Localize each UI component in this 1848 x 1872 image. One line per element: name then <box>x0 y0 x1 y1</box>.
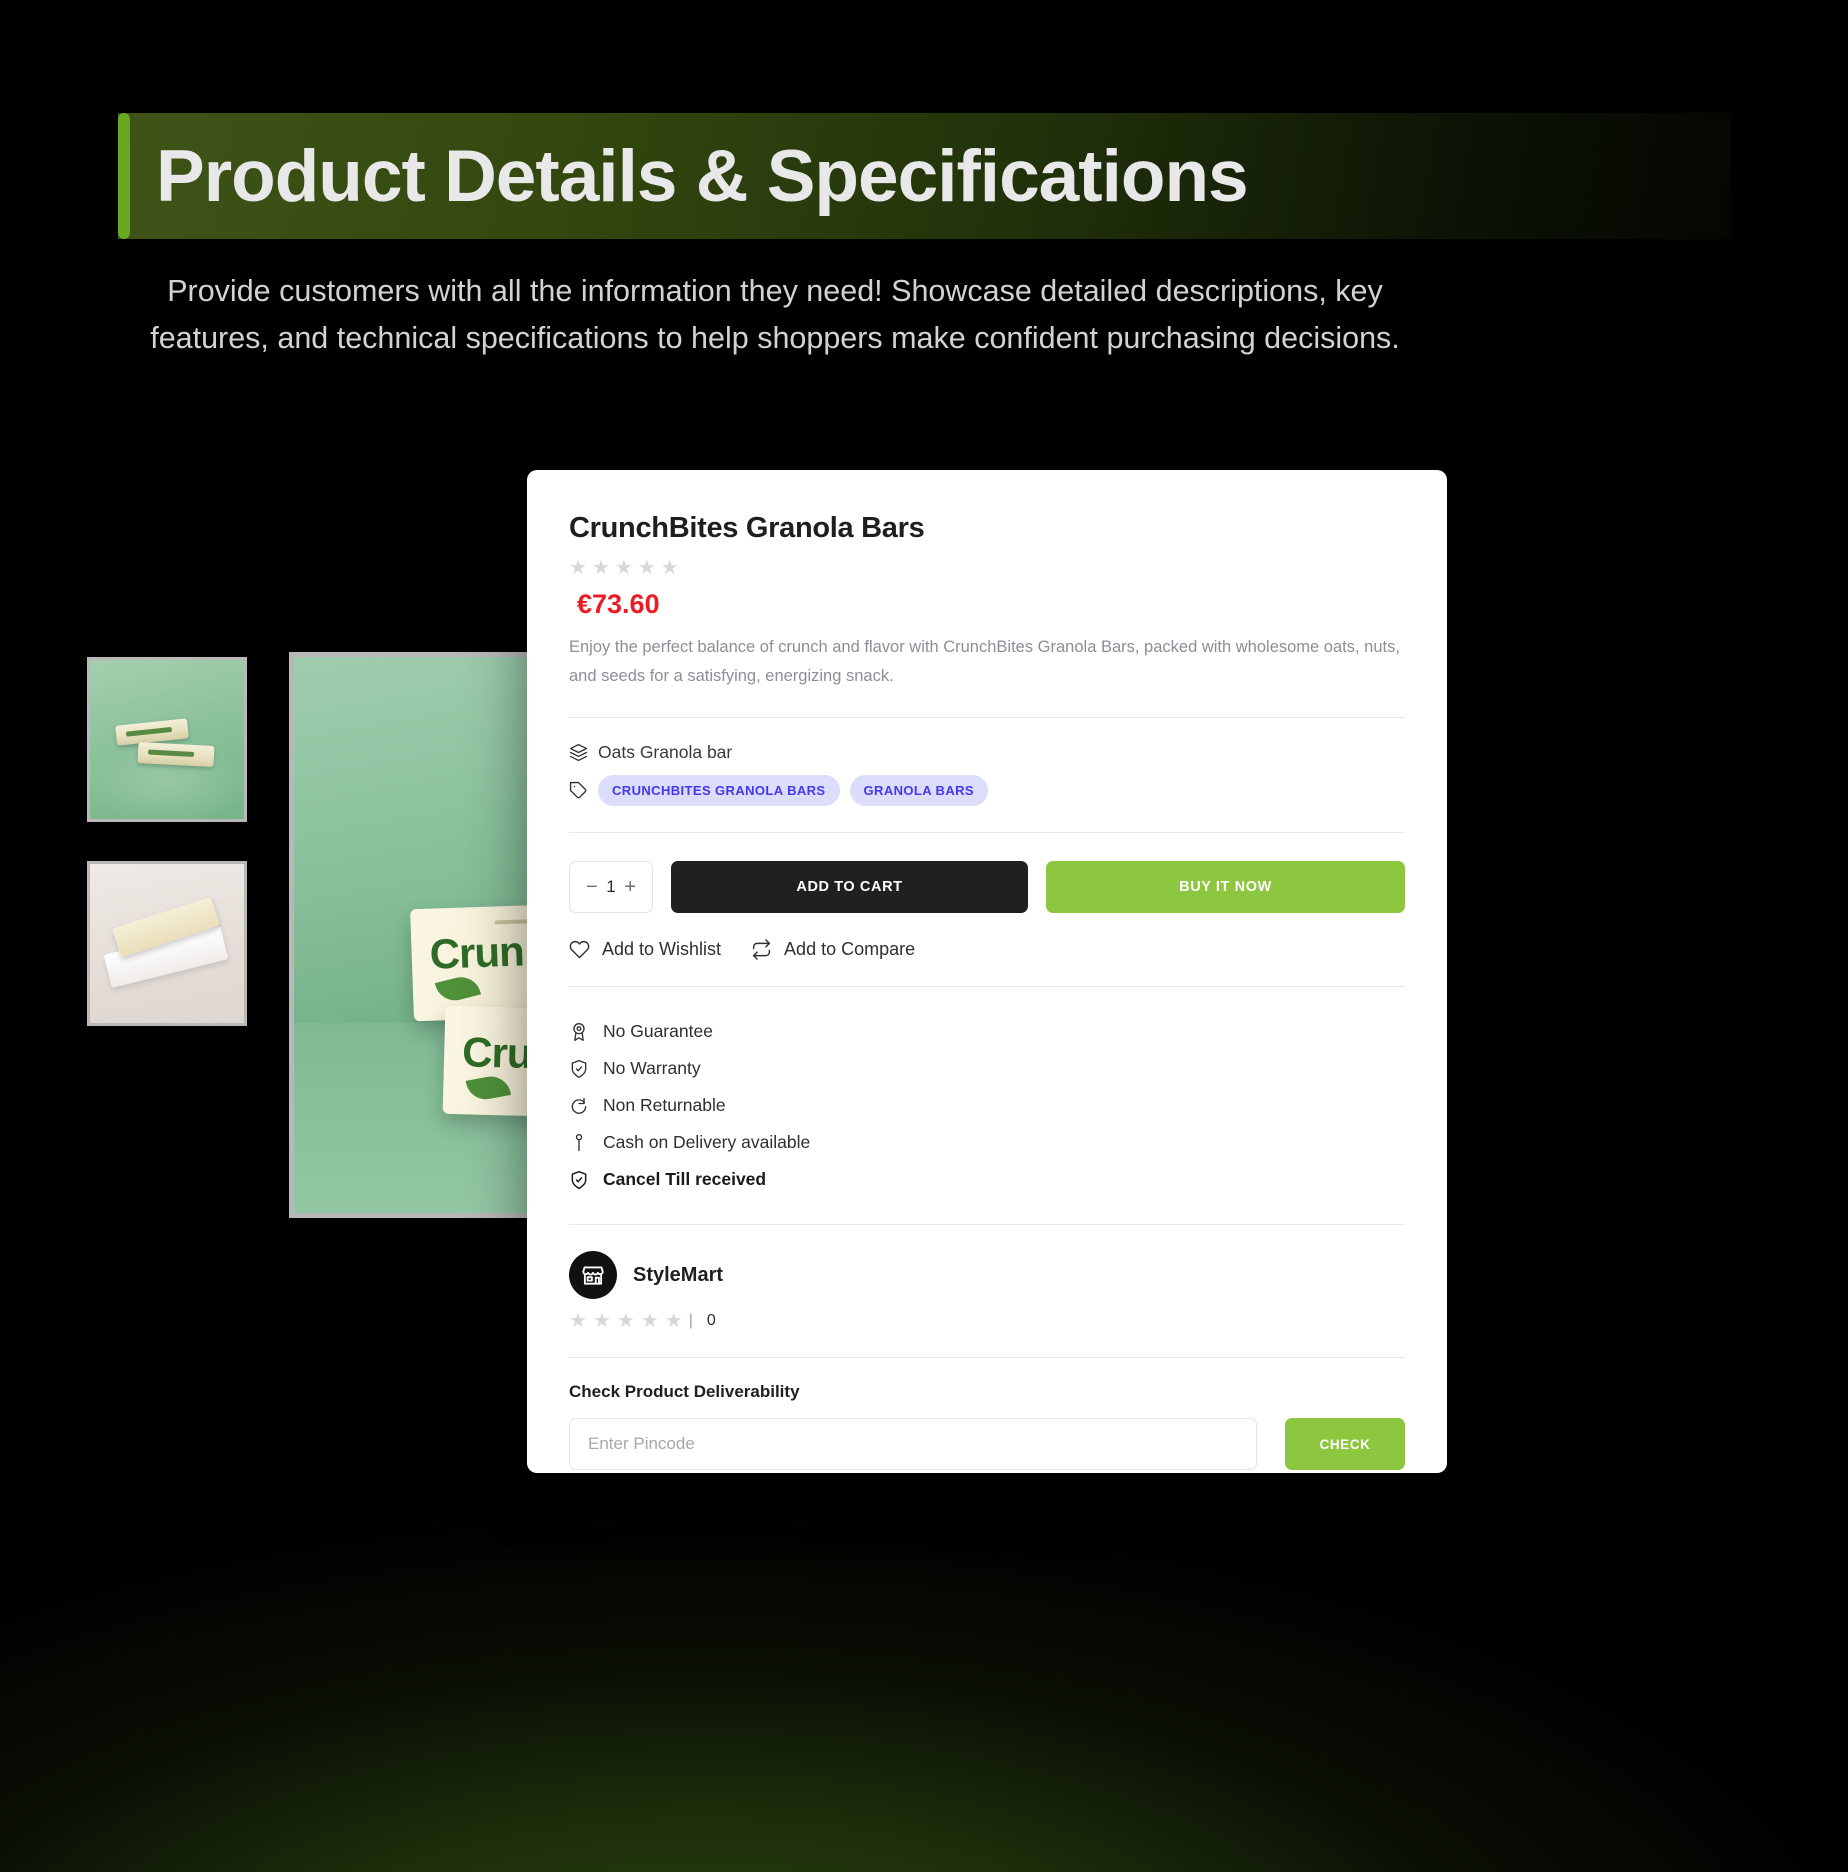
heart-icon <box>569 939 590 960</box>
star-icon: ★ <box>592 1310 611 1332</box>
add-to-wishlist-button[interactable]: Add to Wishlist <box>569 939 721 960</box>
add-to-compare-button[interactable]: Add to Compare <box>751 939 915 960</box>
seller-name: StyleMart <box>633 1263 724 1286</box>
store-icon <box>580 1262 606 1288</box>
avatar <box>569 1251 617 1299</box>
deliverability-form: CHECK <box>569 1418 1405 1470</box>
product-tag[interactable]: CRUNCHBITES GRANOLA BARS <box>598 775 840 806</box>
shield-check-icon <box>569 1059 589 1079</box>
star-icon: ★ <box>640 1310 659 1332</box>
policy-label: Cash on Delivery available <box>603 1132 811 1152</box>
rotate-icon <box>569 1096 589 1116</box>
product-price: €73.60 <box>577 589 660 619</box>
product-description: Enjoy the perfect balance of crunch and … <box>569 638 1400 685</box>
page-header: Product Details & Specifications <box>118 113 1731 239</box>
add-to-cart-button[interactable]: ADD TO CART <box>671 861 1028 913</box>
quantity-decrement-button[interactable]: − <box>586 876 598 899</box>
purchase-actions: − 1 + ADD TO CART BUY IT NOW <box>569 861 1405 913</box>
product-details-card: CrunchBites Granola Bars ★ ★ ★ ★ ★ €73.6… <box>527 470 1447 1473</box>
product-rating-stars: ★ ★ ★ ★ ★ <box>569 558 1405 578</box>
thumbnail-image-1 <box>90 660 244 819</box>
product-meta: Oats Granola bar CRUNCHBITES GRANOLA BAR… <box>569 718 1405 806</box>
deliverability-title: Check Product Deliverability <box>569 1382 800 1401</box>
star-icon: ★ <box>614 557 633 579</box>
star-icon: ★ <box>569 1310 587 1332</box>
star-icon: ★ <box>591 557 610 579</box>
quantity-stepper[interactable]: − 1 + <box>569 861 653 913</box>
product-title: CrunchBites Granola Bars <box>569 512 925 544</box>
granola-bar-shape <box>115 718 189 746</box>
gallery-thumbnail-2[interactable] <box>87 861 247 1026</box>
divider <box>569 832 1405 833</box>
leaf-icon <box>465 1073 511 1103</box>
star-icon: ★ <box>664 1310 683 1332</box>
header-banner: Product Details & Specifications <box>118 113 1731 239</box>
buy-it-now-button[interactable]: BUY IT NOW <box>1046 861 1405 913</box>
page-background: Product Details & Specifications Provide… <box>0 0 1848 1872</box>
product-category-row: Oats Granola bar <box>569 742 1405 763</box>
granola-bar-shape <box>137 742 215 767</box>
product-tags-row: CRUNCHBITES GRANOLA BARS GRANOLA BARS <box>569 775 1405 806</box>
seller-block[interactable]: StyleMart <box>569 1225 1405 1299</box>
product-tag-list: CRUNCHBITES GRANOLA BARS GRANOLA BARS <box>598 775 988 806</box>
policy-label: No Guarantee <box>603 1021 713 1041</box>
pin-icon <box>569 1133 589 1153</box>
thumbnail-image-2 <box>90 864 244 1023</box>
page-title: Product Details & Specifications <box>156 135 1249 217</box>
pack-label: Crun <box>428 927 525 978</box>
add-to-wishlist-label: Add to Wishlist <box>602 939 722 959</box>
compare-arrows-icon <box>751 939 772 960</box>
policy-non-returnable: Non Returnable <box>569 1087 1405 1124</box>
policy-cancel-till-received: Cancel Till received <box>569 1161 1405 1198</box>
star-icon: ★ <box>616 1310 635 1332</box>
award-icon <box>569 1022 589 1042</box>
policy-label: No Warranty <box>603 1058 701 1078</box>
policy-label: Non Returnable <box>603 1095 726 1115</box>
policy-label: Cancel Till received <box>603 1169 767 1189</box>
secondary-actions: Add to Wishlist Add to Compare <box>569 939 1405 960</box>
page-subtitle: Provide customers with all the informati… <box>150 274 1400 355</box>
product-category-label: Oats Granola bar <box>598 742 733 762</box>
policy-cash-on-delivery: Cash on Delivery available <box>569 1124 1405 1161</box>
quantity-increment-button[interactable]: + <box>624 876 636 899</box>
layers-icon <box>569 743 588 762</box>
gallery-thumbnail-1[interactable] <box>87 657 247 822</box>
add-to-compare-label: Add to Compare <box>784 939 916 959</box>
shield-check-icon <box>569 1170 589 1190</box>
product-policies: No Guarantee No Warranty Non Returnable … <box>569 987 1405 1198</box>
seller-review-count: 0 <box>706 1312 716 1329</box>
tag-icon <box>569 781 588 800</box>
seller-rating: ★ ★ ★ ★ ★ | 0 <box>569 1311 1405 1331</box>
quantity-value: 1 <box>606 877 616 896</box>
header-accent-bar <box>118 113 130 239</box>
star-icon: ★ <box>660 557 679 579</box>
star-icon: ★ <box>569 557 587 579</box>
star-icon: ★ <box>637 557 656 579</box>
policy-no-guarantee: No Guarantee <box>569 1013 1405 1050</box>
product-tag[interactable]: GRANOLA BARS <box>849 775 988 806</box>
separator: | <box>688 1312 693 1329</box>
check-deliverability-button[interactable]: CHECK <box>1285 1418 1405 1470</box>
pincode-input[interactable] <box>569 1418 1257 1470</box>
policy-no-warranty: No Warranty <box>569 1050 1405 1087</box>
